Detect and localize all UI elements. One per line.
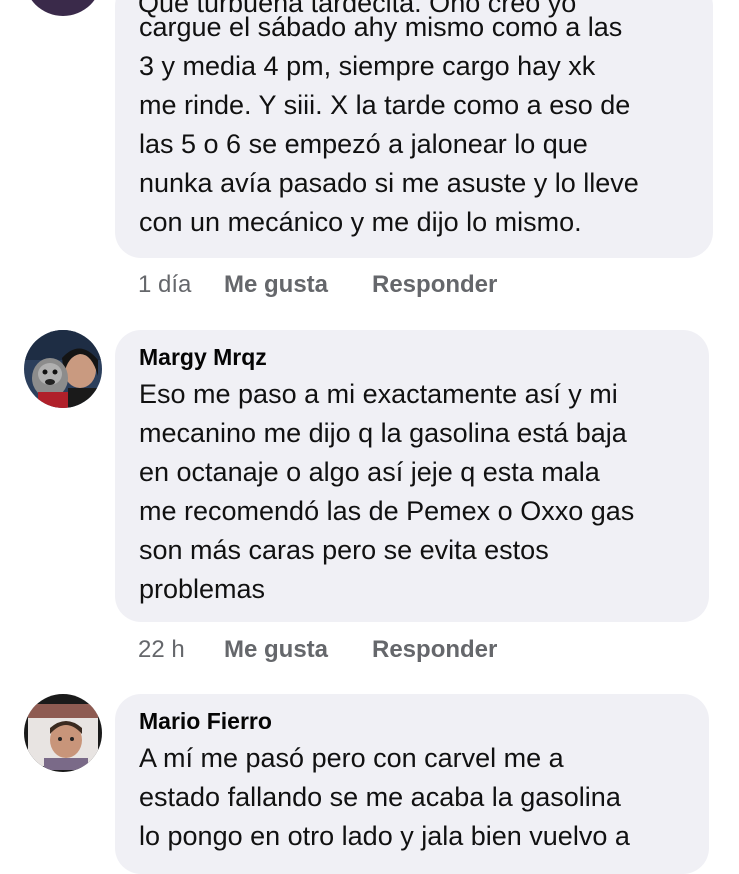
- comment-actions: 22 h Me gusta Responder: [138, 635, 497, 665]
- reply-button[interactable]: Responder: [372, 635, 497, 665]
- comment-bubble: Margy Mrqz Eso me paso a mi exactamente …: [115, 330, 709, 622]
- profile-photo-icon: [24, 694, 102, 772]
- comment-bubble: Mario Fierro A mí me pasó pero con carve…: [115, 694, 709, 874]
- comment-time: 1 día: [138, 271, 192, 298]
- comment-text: Eso me paso a mi exactamente así y mi me…: [139, 379, 635, 604]
- comment-bubble: cargue el sábado ahy mismo como a las 3 …: [115, 0, 713, 258]
- profile-photo-icon: [24, 330, 102, 408]
- comment-time: 22 h: [138, 636, 185, 663]
- comment-author[interactable]: Mario Fierro: [139, 706, 685, 736]
- like-button[interactable]: Me gusta: [224, 270, 372, 300]
- avatar[interactable]: [24, 694, 102, 772]
- comment-text: A mí me pasó pero con carvel me a estado…: [139, 743, 630, 851]
- avatar[interactable]: [24, 330, 102, 408]
- reply-button[interactable]: Responder: [372, 270, 497, 300]
- like-button[interactable]: Me gusta: [224, 635, 372, 665]
- comment-author[interactable]: Margy Mrqz: [139, 342, 685, 372]
- comment-text: cargue el sábado ahy mismo como a las 3 …: [139, 12, 639, 237]
- comment-partial-line: Que turbuena tardecita. Ono creo yo: [138, 0, 577, 18]
- avatar[interactable]: [24, 0, 102, 16]
- comment-actions: 1 día Me gusta Responder: [138, 270, 497, 300]
